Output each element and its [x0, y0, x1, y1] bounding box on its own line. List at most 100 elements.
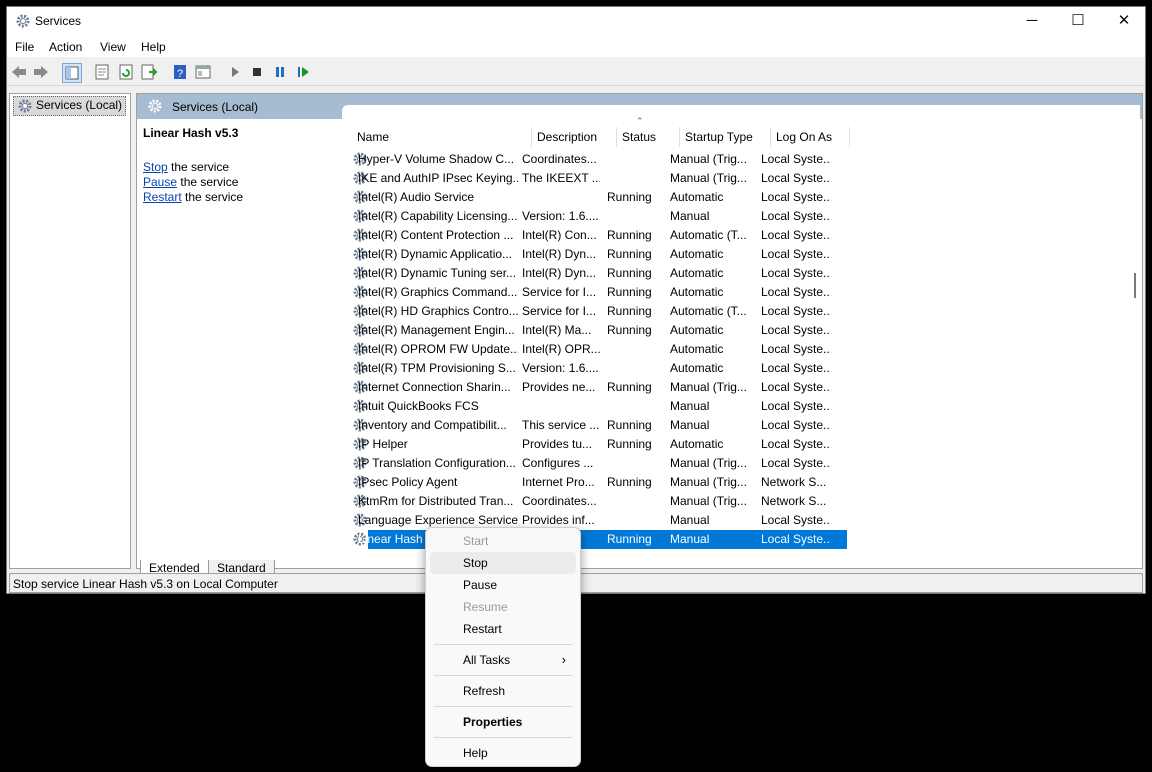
pause-icon[interactable] — [271, 63, 289, 81]
table-row[interactable]: Intel(R) TPM Provisioning S... Version: 1… — [352, 359, 852, 378]
cell-desc: Version: 1.6.... — [522, 361, 599, 375]
stop-link[interactable]: Stop — [143, 160, 168, 174]
table-row[interactable]: Intel(R) Audio Service Running Automatic Lo… — [352, 188, 852, 207]
cell-status: Running — [607, 475, 652, 489]
cell-logon: Local Syste... — [761, 285, 831, 299]
table-row[interactable]: Hyper-V Volume Shadow C... Coordinates...… — [352, 150, 852, 169]
vertical-scrollbar[interactable] — [1134, 273, 1136, 298]
table-row[interactable]: Internet Connection Sharin... Provides ne… — [352, 378, 852, 397]
table-row[interactable]: Intel(R) OPROM FW Update... Intel(R) OPR.… — [352, 340, 852, 359]
cell-name: Intel(R) OPROM FW Update... — [358, 342, 518, 356]
menu-item-restart[interactable]: Restart — [430, 618, 576, 640]
menu-item-help[interactable]: Help — [430, 742, 576, 764]
cell-name: IP Translation Configuration... — [358, 456, 516, 470]
cell-logon: Local Syste... — [761, 190, 831, 204]
cell-status: Running — [607, 285, 652, 299]
cell-desc: Service for I... — [522, 285, 597, 299]
cell-desc: Version: 1.6.... — [522, 209, 599, 223]
menu-item-stop[interactable]: Stop — [430, 552, 576, 574]
back-icon[interactable] — [10, 63, 28, 81]
export-list-icon[interactable] — [140, 63, 158, 81]
column-name[interactable]: Name — [352, 127, 532, 147]
cell-logon: Local Syste... — [761, 266, 831, 280]
column-log-on-as[interactable]: Log On As — [771, 127, 850, 147]
cell-desc: Configures ... — [522, 456, 594, 470]
minimize-button[interactable]: ─ — [1009, 7, 1055, 37]
cell-status: Running — [607, 380, 652, 394]
stop-icon[interactable] — [248, 63, 266, 81]
cell-name: Intel(R) Audio Service — [358, 190, 475, 204]
properties-icon[interactable] — [93, 63, 111, 81]
cell-name: Inventory and Compatibilit... — [358, 418, 507, 432]
table-row[interactable]: Language Experience Service Provides inf.… — [352, 511, 852, 530]
refresh-icon[interactable] — [117, 63, 135, 81]
menu-item-pause[interactable]: Pause — [430, 574, 576, 596]
table-row[interactable]: Inventory and Compatibilit... This servic… — [352, 416, 852, 435]
cell-startup: Manual (Trig... — [670, 475, 747, 489]
cell-name: IKE and AuthIP IPsec Keying... — [358, 171, 518, 185]
menu-item-all-tasks[interactable]: All Tasks › — [430, 649, 576, 671]
table-row[interactable]: Intuit QuickBooks FCS Manual Local Syste..… — [352, 397, 852, 416]
cell-desc: Internet Pro... — [522, 475, 595, 489]
table-row[interactable]: Intel(R) HD Graphics Contro... Service fo… — [352, 302, 852, 321]
cell-logon: Network S... — [761, 494, 827, 508]
title-bar[interactable]: Services ─ ☐ ✕ — [7, 7, 1145, 37]
close-button[interactable]: ✕ — [1101, 7, 1147, 37]
column-description[interactable]: Description — [532, 127, 617, 147]
pause-link[interactable]: Pause — [143, 175, 177, 189]
cell-name: Intel(R) Content Protection ... — [358, 228, 514, 242]
cell-startup: Manual — [670, 418, 710, 432]
cell-status: Running — [607, 437, 652, 451]
menu-view[interactable]: View — [100, 40, 126, 54]
maximize-button[interactable]: ☐ — [1055, 7, 1101, 37]
restart-link[interactable]: Restart — [143, 190, 182, 204]
cell-startup: Automatic — [670, 437, 724, 451]
toolbar: ? — [7, 58, 1145, 86]
cell-desc: Provides tu... — [522, 437, 593, 451]
cell-logon: Network S... — [761, 475, 827, 489]
cell-status: Running — [607, 304, 652, 318]
table-row[interactable]: IKE and AuthIP IPsec Keying... The IKEEXT… — [352, 169, 852, 188]
table-row[interactable]: IPsec Policy Agent Internet Pro... Running… — [352, 473, 852, 492]
resume-icon[interactable] — [294, 63, 312, 81]
menu-separator — [434, 706, 572, 707]
table-row[interactable]: Intel(R) Graphics Command... Service for … — [352, 283, 852, 302]
menu-file[interactable]: File — [15, 40, 34, 54]
cell-logon: Local Syste... — [761, 323, 831, 337]
menu-action[interactable]: Action — [49, 40, 82, 54]
cell-logon: Local Syste... — [761, 361, 831, 375]
help-icon[interactable]: ? — [171, 63, 189, 81]
table-row[interactable]: IP Translation Configuration... Configure… — [352, 454, 852, 473]
show-hide-tree-icon[interactable] — [62, 63, 82, 83]
svg-text:?: ? — [177, 68, 183, 80]
cell-desc: Service for I... — [522, 304, 597, 318]
cell-logon: Local Syste... — [761, 247, 831, 261]
menu-help[interactable]: Help — [141, 40, 166, 54]
table-row[interactable]: Intel(R) Dynamic Applicatio... Intel(R) D… — [352, 245, 852, 264]
table-row[interactable]: Intel(R) Content Protection ... Intel(R) … — [352, 226, 852, 245]
menu-item-properties[interactable]: Properties — [430, 711, 576, 733]
table-row[interactable]: KtmRm for Distributed Tran... Coordinates… — [352, 492, 852, 511]
console-tree: Services (Local) — [9, 93, 131, 569]
column-status[interactable]: Status — [617, 127, 680, 147]
action-text: the service — [181, 190, 244, 204]
cell-status: Running — [607, 532, 652, 546]
cell-name: Intel(R) Dynamic Tuning ser... — [358, 266, 517, 280]
table-row[interactable]: IP Helper Provides tu... Running Automatic L… — [352, 435, 852, 454]
cell-name: Hyper-V Volume Shadow C... — [358, 152, 515, 166]
cell-desc: The IKEEXT ... — [522, 171, 600, 185]
table-row[interactable]: Intel(R) Capability Licensing... Version:… — [352, 207, 852, 226]
tree-node-services-local[interactable]: Services (Local) — [13, 96, 127, 116]
services-pane: Services (Local) Linear Hash v5.3 Stop t… — [136, 93, 1143, 569]
table-row[interactable]: Intel(R) Dynamic Tuning ser... Intel(R) D… — [352, 264, 852, 283]
table-row[interactable]: Intel(R) Management Engin... Intel(R) Ma.… — [352, 321, 852, 340]
menu-item-refresh[interactable]: Refresh — [430, 680, 576, 702]
forward-icon[interactable] — [32, 63, 50, 81]
console-icon[interactable] — [194, 63, 212, 81]
cell-name: Intel(R) Management Engin... — [358, 323, 515, 337]
cell-startup: Automatic — [670, 361, 724, 375]
cell-logon: Local Syste... — [761, 456, 831, 470]
column-startup-type[interactable]: Startup Type — [680, 127, 771, 147]
play-icon[interactable] — [226, 63, 244, 81]
menu-bar: File Action View Help — [7, 37, 1145, 57]
